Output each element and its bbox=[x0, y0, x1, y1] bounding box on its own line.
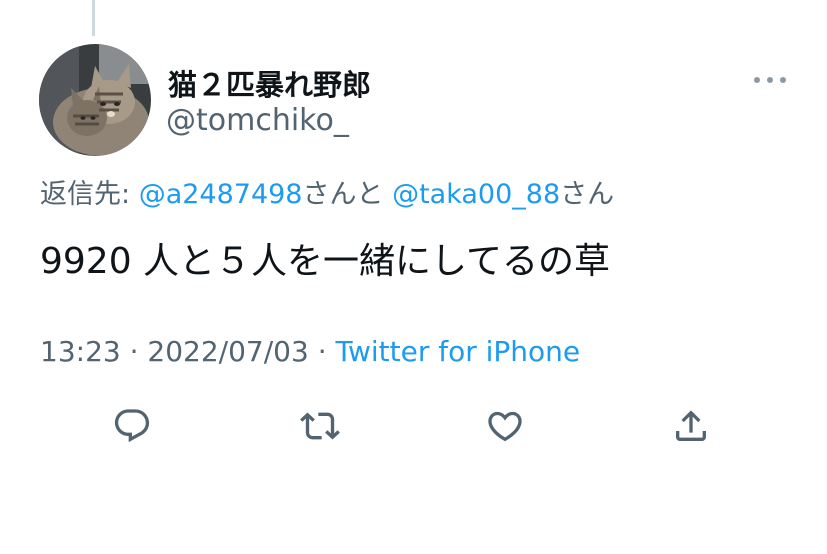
more-icon bbox=[754, 77, 760, 83]
reply-to: 返信先: @a2487498さんと @taka00_88さん bbox=[40, 172, 614, 211]
more-icon-dot bbox=[767, 77, 773, 83]
share-button[interactable] bbox=[669, 404, 713, 448]
action-bar bbox=[0, 404, 827, 448]
mention-link[interactable]: @taka00_88 bbox=[392, 179, 560, 210]
retweet-icon bbox=[300, 412, 340, 440]
retweet-button[interactable] bbox=[298, 404, 342, 448]
meta-separator: · bbox=[120, 335, 148, 368]
meta-separator: · bbox=[308, 335, 336, 368]
display-name[interactable]: 猫２匹暴れ野郎 bbox=[168, 62, 371, 104]
like-button[interactable] bbox=[483, 404, 527, 448]
tweet-source[interactable]: Twitter for iPhone bbox=[336, 335, 581, 368]
reply-icon bbox=[114, 409, 150, 443]
like-icon bbox=[488, 411, 522, 442]
mention-link[interactable]: @a2487498 bbox=[139, 179, 303, 210]
tweet-meta: 13:23 · 2022/07/03 · Twitter for iPhone bbox=[40, 335, 580, 368]
more-icon-dot bbox=[780, 77, 786, 83]
avatar[interactable] bbox=[39, 44, 151, 156]
handle[interactable]: @tomchiko_ bbox=[166, 103, 349, 138]
reply-to-joiner: さんと bbox=[302, 179, 384, 210]
tweet: 猫２匹暴れ野郎 @tomchiko_ 返信先: @a2487498さんと @ta… bbox=[0, 0, 827, 554]
reply-to-prefix: 返信先: bbox=[40, 179, 139, 210]
more-button[interactable] bbox=[754, 70, 786, 90]
reply-button[interactable] bbox=[110, 404, 154, 448]
share-icon bbox=[676, 410, 706, 441]
thread-line bbox=[92, 0, 95, 36]
cat-avatar-icon bbox=[39, 44, 151, 156]
tweet-time[interactable]: 13:23 bbox=[40, 335, 121, 368]
tweet-date[interactable]: 2022/07/03 bbox=[147, 335, 308, 368]
reply-to-suffix: さん bbox=[560, 179, 615, 210]
tweet-text: 9920 人と５人を一緒にしてるの草 bbox=[40, 241, 610, 282]
